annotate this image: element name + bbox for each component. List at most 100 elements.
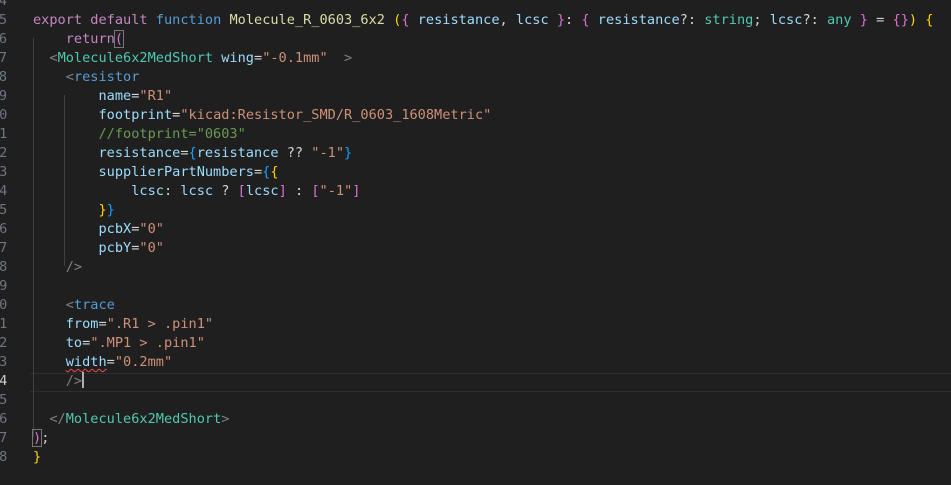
code-line[interactable]: 12 resistance={resistance ?? "-1"}: [0, 144, 951, 163]
code-token: "kicad:Resistor_SMD/R_0603_1608Metric": [180, 107, 492, 123]
code-line[interactable]: 15 }}: [0, 201, 951, 220]
code-token: }: [33, 449, 42, 465]
code-token: Molecule6x2MedShort: [65, 411, 222, 427]
line-number: 12: [0, 145, 8, 161]
code-text: pcbX="0": [33, 220, 164, 239]
code-line[interactable]: 27);: [0, 429, 951, 448]
line-number: 13: [0, 164, 8, 180]
code-token: to: [65, 335, 83, 351]
code-line[interactable]: 13 supplierPartNumbers={{: [0, 163, 951, 182]
code-line[interactable]: 7 <Molecule6x2MedShort wing="-0.1mm" >: [0, 49, 951, 68]
code-line[interactable]: 6 return(: [0, 30, 951, 49]
code-text: return(: [33, 30, 125, 49]
code-token: <: [65, 297, 74, 313]
line-number: 4: [0, 0, 7, 9]
text-cursor: [82, 372, 85, 388]
code-text: supplierPartNumbers={{: [33, 163, 278, 182]
code-token: (: [113, 30, 125, 48]
code-token: />: [65, 259, 83, 275]
code-token: </: [49, 411, 66, 427]
code-token: [: [311, 183, 320, 199]
code-token: }: [859, 12, 868, 28]
code-editor[interactable]: 4 5 export default function Molecule_R_060…: [0, 0, 951, 485]
line-number: 6: [0, 31, 7, 47]
code-line[interactable]: 22 to=".MP1 > .pin1": [0, 334, 951, 353]
line-number: 21: [0, 316, 8, 332]
code-token: lcsc: [769, 12, 803, 28]
code-token: supplierPartNumbers: [98, 164, 254, 180]
code-line[interactable]: 19: [0, 277, 951, 296]
code-line[interactable]: 17 pcbY="0": [0, 239, 951, 258]
code-line[interactable]: 25: [0, 391, 951, 410]
code-token: {: [892, 12, 901, 28]
code-line[interactable]: 20 <trace: [0, 296, 951, 315]
code-token: "-1": [319, 183, 353, 199]
code-token: }: [98, 202, 107, 218]
code-token: [: [237, 183, 246, 199]
code-token: ?: [213, 183, 238, 199]
code-text: />: [33, 258, 82, 277]
line-number: 11: [0, 126, 8, 142]
line-number: 9: [0, 88, 7, 104]
code-token: >: [344, 50, 353, 66]
code-text: lcsc: lcsc ? [lcsc] : ["-1"]: [33, 182, 360, 201]
code-token: pcbX: [98, 221, 132, 237]
code-token: ".R1 > .pin1": [106, 316, 214, 332]
code-token: }: [106, 202, 115, 218]
code-line[interactable]: 11 //footprint="0603": [0, 125, 951, 144]
code-token: resistor: [73, 69, 140, 85]
code-line[interactable]: 24 />: [0, 372, 951, 391]
code-token: >: [221, 411, 230, 427]
code-line[interactable]: 18 />: [0, 258, 951, 277]
code-line[interactable]: 23 width="0.2mm": [0, 353, 951, 372]
code-text: />: [33, 372, 85, 391]
line-number: 7: [0, 50, 7, 66]
code-token: "0": [139, 240, 164, 256]
code-token: export: [33, 12, 83, 28]
code-line[interactable]: 28}: [0, 448, 951, 467]
line-number: 28: [0, 449, 8, 465]
code-token: =: [867, 12, 893, 28]
code-line[interactable]: 5 export default function Molecule_R_0603…: [0, 11, 951, 30]
code-token: resistance: [417, 12, 500, 28]
code-token: }: [900, 12, 909, 28]
code-line[interactable]: 8 <resistor: [0, 68, 951, 87]
code-line[interactable]: 16 pcbX="0": [0, 220, 951, 239]
line-number: 24: [0, 373, 8, 389]
code-token: resistance: [597, 12, 680, 28]
code-line[interactable]: 4: [0, 0, 951, 11]
code-text: to=".MP1 > .pin1": [33, 334, 205, 353]
code-token: from: [65, 316, 99, 332]
code-text: </Molecule6x2MedShort>: [33, 410, 229, 429]
line-number: 17: [0, 240, 8, 256]
code-text: name="R1": [33, 87, 172, 106]
line-number: 23: [0, 354, 8, 370]
line-number: 16: [0, 221, 8, 237]
code-token: "-1": [311, 145, 345, 161]
code-text: pcbY="0": [33, 239, 164, 258]
code-token: Molecule6x2MedShort: [57, 50, 214, 66]
code-text: from=".R1 > .pin1": [33, 315, 213, 334]
code-token: ?:: [802, 12, 827, 28]
code-token: {: [401, 12, 410, 28]
code-line[interactable]: 26 </Molecule6x2MedShort>: [0, 410, 951, 429]
code-line[interactable]: 10 footprint="kicad:Resistor_SMD/R_0603_…: [0, 106, 951, 125]
code-token: "R1": [139, 88, 173, 104]
line-number: 25: [0, 392, 8, 408]
code-token: //footprint="0603": [98, 126, 246, 142]
code-line[interactable]: 14 lcsc: lcsc ? [lcsc] : ["-1"]: [0, 182, 951, 201]
code-line[interactable]: 21 from=".R1 > .pin1": [0, 315, 951, 334]
code-line[interactable]: 9 name="R1": [0, 87, 951, 106]
